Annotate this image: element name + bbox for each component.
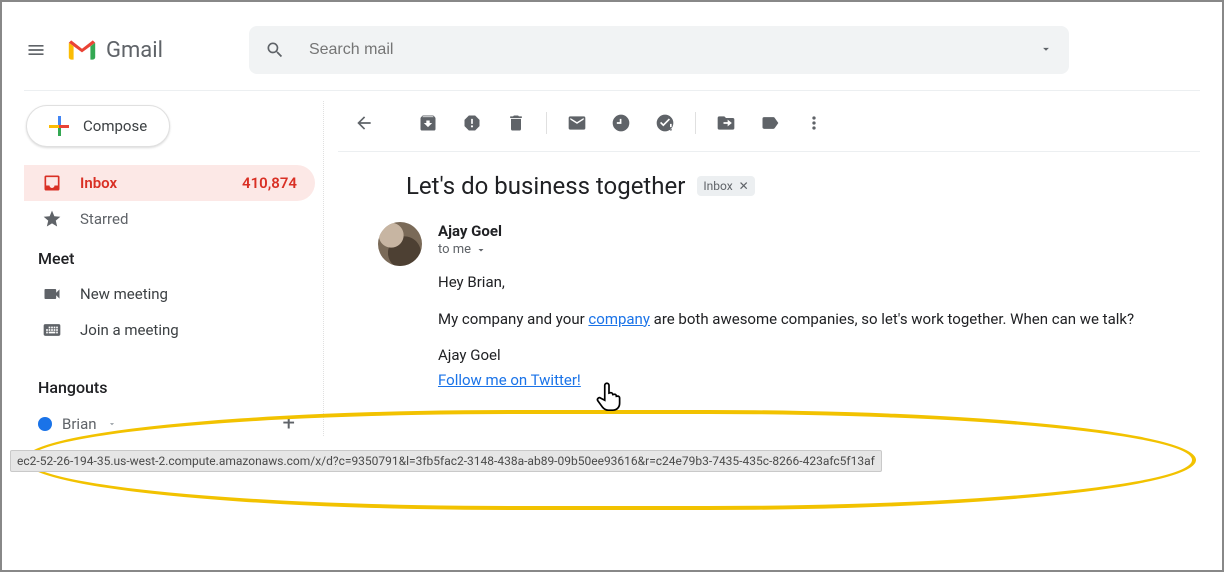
caret-down-icon (475, 244, 487, 256)
sender-name: Ajay Goel (438, 222, 1134, 240)
star-icon (42, 209, 62, 229)
message-toolbar (338, 101, 1200, 152)
folder-move-icon (716, 113, 736, 133)
company-link[interactable]: company (588, 310, 650, 328)
gmail-logo: Gmail (66, 38, 163, 63)
menu-button[interactable] (24, 38, 48, 62)
video-icon (42, 284, 62, 304)
add-to-tasks-button[interactable] (647, 105, 683, 141)
label-chip-text: Inbox (703, 179, 732, 193)
hangouts-user-row[interactable]: Brian + (24, 405, 315, 436)
join-meeting-label: Join a meeting (80, 321, 179, 339)
search-bar[interactable] (249, 26, 1069, 74)
clock-icon (611, 113, 631, 133)
inbox-count: 410,874 (242, 174, 303, 192)
archive-icon (418, 113, 438, 133)
signature-twitter-link[interactable]: Follow me on Twitter! (438, 371, 581, 389)
more-button[interactable] (796, 105, 832, 141)
more-vert-icon (804, 113, 824, 133)
recipient-line[interactable]: to me (438, 242, 1134, 257)
hamburger-icon (26, 40, 46, 60)
compose-button[interactable]: Compose (26, 105, 170, 147)
caret-down-icon (107, 419, 117, 429)
mark-unread-button[interactable] (559, 105, 595, 141)
hangouts-section-title: Hangouts (24, 366, 315, 405)
search-input[interactable] (309, 41, 1015, 59)
back-button[interactable] (346, 105, 382, 141)
arrow-left-icon (354, 113, 374, 133)
keyboard-icon (42, 320, 62, 340)
trash-icon (506, 113, 526, 133)
snooze-button[interactable] (603, 105, 639, 141)
sidebar-item-label: Inbox (80, 174, 117, 192)
message-body: Hey Brian, My company and your company a… (438, 271, 1134, 391)
remove-label-button[interactable]: ✕ (739, 179, 749, 193)
task-add-icon (655, 113, 675, 133)
signature-name: Ajay Goel (438, 344, 1134, 367)
archive-button[interactable] (410, 105, 446, 141)
meet-section-title: Meet (24, 237, 315, 276)
link-url-preview: ec2-52-26-194-35.us-west-2.compute.amazo… (10, 450, 882, 472)
sidebar-item-inbox[interactable]: Inbox 410,874 (24, 165, 315, 201)
presence-dot-icon (38, 417, 52, 431)
gmail-icon (66, 38, 98, 62)
report-spam-button[interactable] (454, 105, 490, 141)
move-to-button[interactable] (708, 105, 744, 141)
body-line2: My company and your company are both awe… (438, 308, 1134, 331)
sender-avatar[interactable] (378, 222, 422, 266)
mail-unread-icon (567, 113, 587, 133)
label-icon (760, 113, 780, 133)
caret-down-icon (1039, 42, 1053, 56)
search-icon (265, 40, 285, 60)
app-name: Gmail (106, 38, 163, 63)
report-icon (462, 113, 482, 133)
new-meeting-button[interactable]: New meeting (24, 276, 315, 312)
sidebar-item-starred[interactable]: Starred (24, 201, 315, 237)
to-line-text: to me (438, 242, 471, 257)
delete-button[interactable] (498, 105, 534, 141)
hangouts-user-name: Brian (62, 415, 97, 433)
compose-label: Compose (83, 117, 147, 135)
join-meeting-button[interactable]: Join a meeting (24, 312, 315, 348)
message-subject: Let's do business together (406, 172, 685, 200)
hangouts-add-button[interactable]: + (283, 411, 315, 436)
sidebar-item-label: Starred (80, 210, 128, 228)
inbox-icon (42, 173, 62, 193)
plus-icon (49, 116, 69, 136)
labels-button[interactable] (752, 105, 788, 141)
subject-label-chip[interactable]: Inbox ✕ (697, 176, 754, 196)
search-options-button[interactable] (1039, 41, 1053, 60)
body-greeting: Hey Brian, (438, 271, 1134, 294)
new-meeting-label: New meeting (80, 285, 168, 303)
